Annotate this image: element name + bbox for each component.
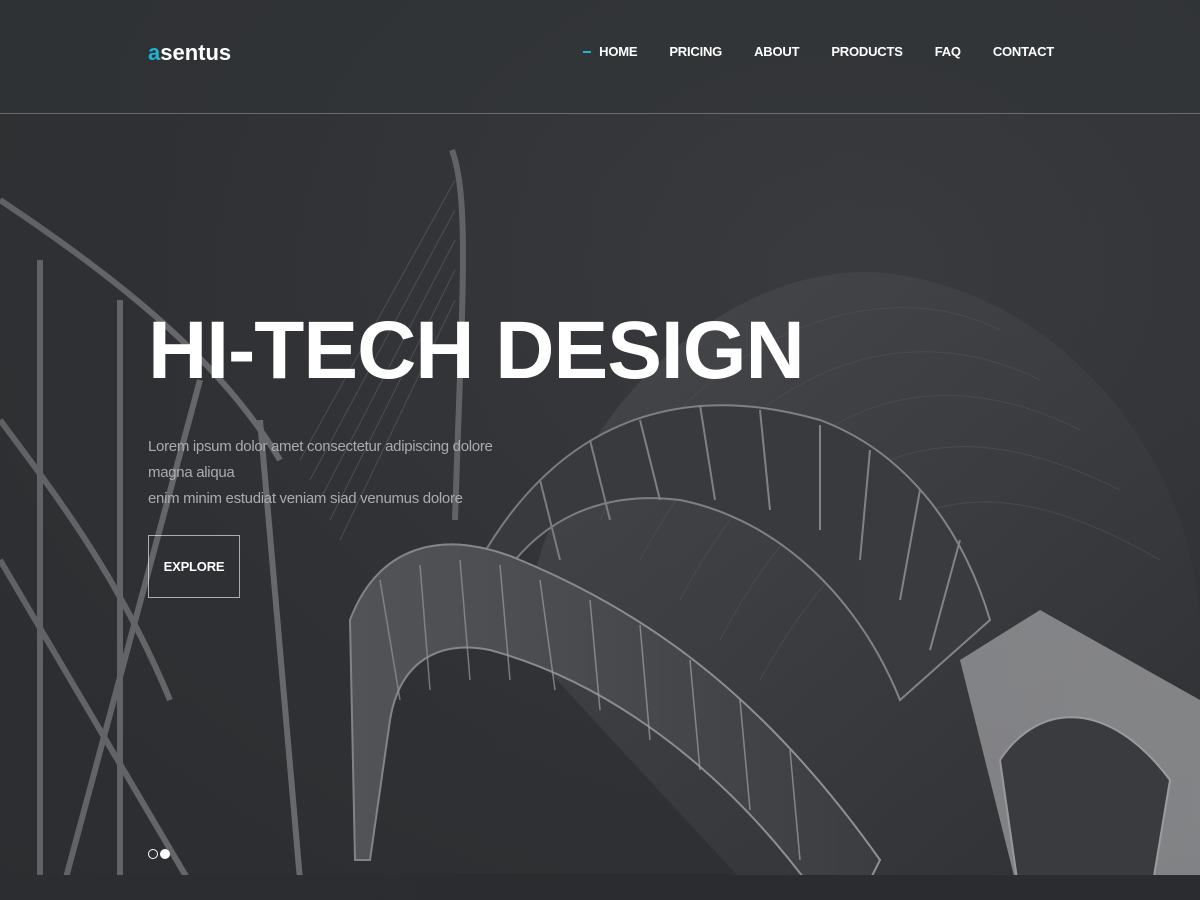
slider-pagination [148,849,172,859]
site-logo[interactable]: asentus [148,40,231,66]
hero-section: asentus HOME PRICING ABOUT PRODUCTS FAQ … [0,0,1200,900]
nav-item-label: ABOUT [754,44,800,59]
nav-item-pricing[interactable]: PRICING [669,44,722,59]
nav-item-products[interactable]: PRODUCTS [831,44,903,59]
nav-item-label: HOME [599,44,638,59]
explore-button[interactable]: EXPLORE [148,535,240,598]
nav-item-contact[interactable]: CONTACT [993,44,1054,59]
hero-subtitle-line2: enim minim estudiat veniam siad venumus … [148,490,463,507]
active-indicator [583,50,592,53]
nav-item-home[interactable]: HOME [583,44,638,59]
hero-subtitle-line1: Lorem ipsum dolor amet consectetur adipi… [148,438,493,481]
nav-item-about[interactable]: ABOUT [754,44,799,59]
hero-subtitle: Lorem ipsum dolor amet consectetur adipi… [148,434,528,512]
slider-dot-1[interactable] [148,849,158,859]
nav-item-label: PRICING [669,44,723,59]
site-header: asentus HOME PRICING ABOUT PRODUCTS FAQ … [0,0,1200,114]
logo-accent-letter: a [148,40,161,65]
slider-dot-2[interactable] [160,849,170,859]
nav-item-label: CONTACT [992,44,1054,59]
logo-text: sentus [160,40,232,65]
hero-title: HI-TECH DESIGN [148,305,805,396]
main-nav: HOME PRICING ABOUT PRODUCTS FAQ CONTACT [583,44,1054,59]
nav-item-label: PRODUCTS [831,44,903,59]
nav-item-faq[interactable]: FAQ [935,44,961,59]
nav-item-label: FAQ [934,44,961,59]
